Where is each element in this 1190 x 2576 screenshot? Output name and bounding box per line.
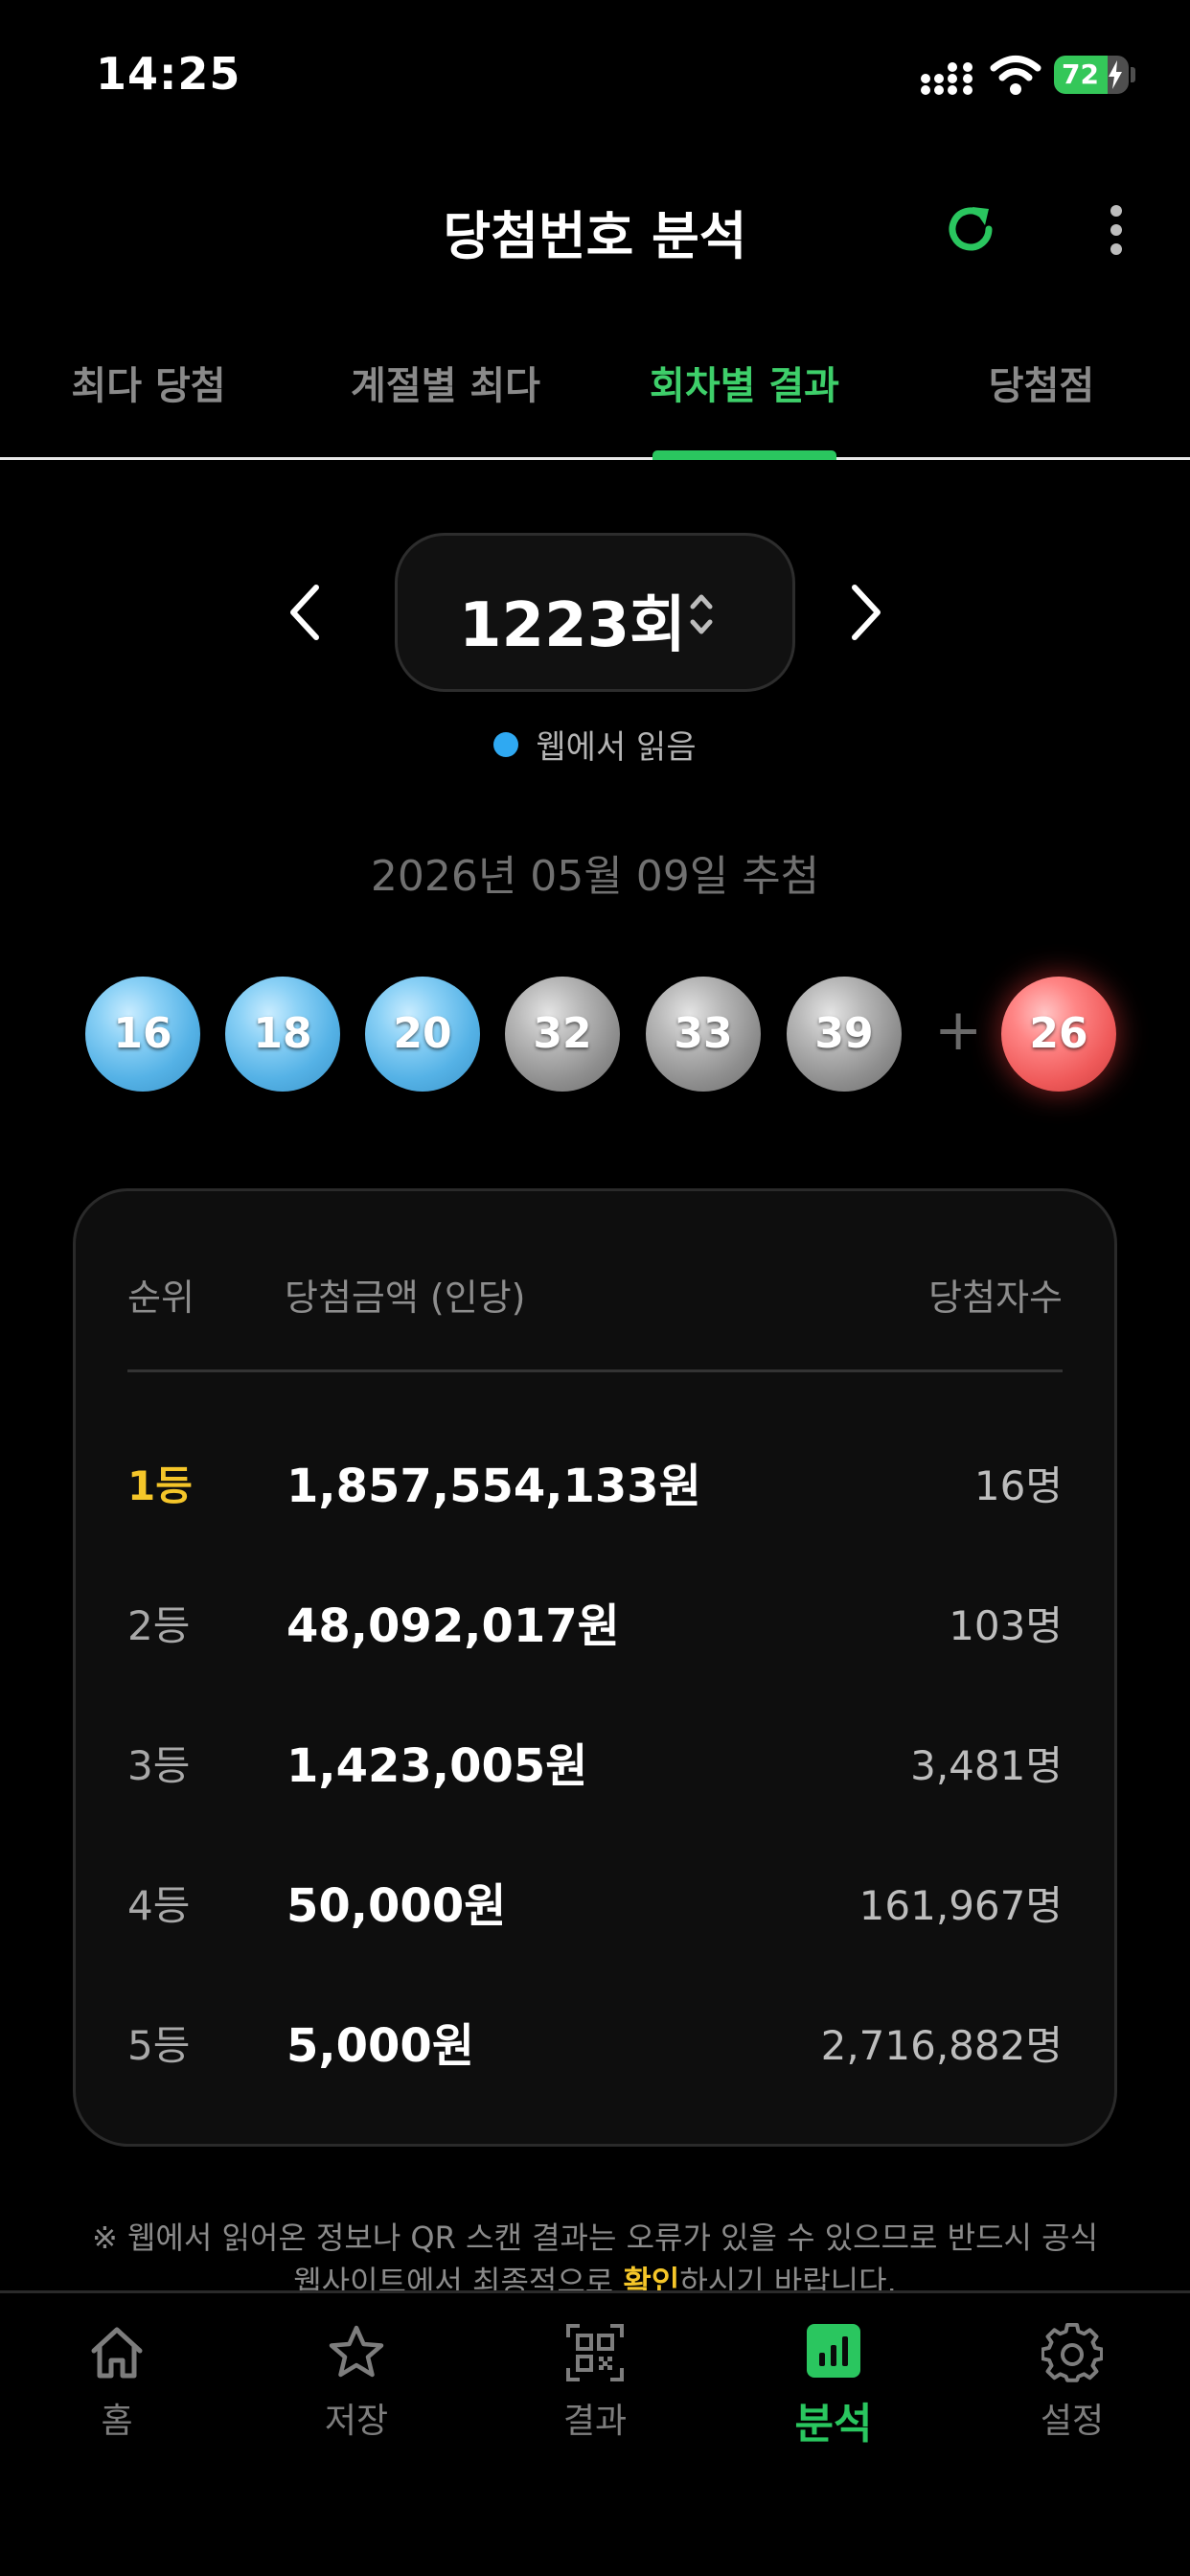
winners-cell: 161,967명 xyxy=(858,1882,1063,1929)
table-row: 3등 1,423,005원 3,481명 xyxy=(76,1716,1114,1803)
battery-tip xyxy=(1131,67,1135,82)
app-header: 당첨번호 분석 xyxy=(0,182,1190,278)
nav-results[interactable]: 결과 xyxy=(499,2322,691,2443)
up-down-chevron-icon xyxy=(690,594,713,634)
wifi-icon xyxy=(990,56,1041,95)
rank-cell: 1등 xyxy=(127,1462,193,1509)
charging-bolt-icon xyxy=(1109,60,1122,89)
gear-icon xyxy=(1041,2322,1103,2382)
nav-label: 결과 xyxy=(562,2402,628,2441)
nav-saved[interactable]: 저장 xyxy=(261,2322,452,2443)
header-winners: 당첨자수 xyxy=(928,1276,1063,1319)
table-row: 5등 5,000원 2,716,882명 xyxy=(76,1996,1114,2082)
previous-round-chevron-icon[interactable] xyxy=(287,583,322,642)
winners-cell: 103명 xyxy=(949,1602,1063,1649)
winners-cell: 16명 xyxy=(973,1462,1063,1509)
more-vertical-icon[interactable] xyxy=(1102,201,1131,259)
number-ball: 18 xyxy=(225,977,340,1092)
amount-cell: 5,000원 xyxy=(286,2019,474,2073)
next-round-chevron-icon[interactable] xyxy=(849,583,883,642)
star-icon xyxy=(329,2325,384,2378)
tab-winning-stores[interactable]: 당첨점 xyxy=(922,355,1161,410)
table-row: 1등 1,857,554,133원 16명 xyxy=(76,1437,1114,1523)
bar-chart-icon xyxy=(807,2324,860,2378)
source-text: 웹에서 읽음 xyxy=(536,728,697,767)
qr-code-icon xyxy=(566,2324,624,2381)
battery-indicator: 72 xyxy=(1054,56,1129,94)
number-ball: 20 xyxy=(365,977,480,1092)
signal-icon xyxy=(921,62,973,95)
nav-label: 분석 xyxy=(794,2400,873,2449)
nav-settings[interactable]: 설정 xyxy=(976,2322,1168,2443)
status-time: 14:25 xyxy=(96,48,241,100)
header-rank: 순위 xyxy=(127,1276,195,1319)
amount-cell: 1,857,554,133원 xyxy=(286,1460,701,1513)
disclaimer-line-1: ※ 웹에서 읽어온 정보나 QR 스캔 결과는 오류가 있을 수 있으므로 반드… xyxy=(91,2220,1099,2256)
bonus-ball: 26 xyxy=(1001,977,1116,1092)
header-amount: 당첨금액 (인당) xyxy=(285,1276,526,1319)
rank-cell: 5등 xyxy=(127,2022,191,2069)
source-dot xyxy=(493,731,519,757)
table-row: 2등 48,092,017원 103명 xyxy=(76,1576,1114,1663)
battery-text: 72 xyxy=(1062,58,1099,90)
nav-label: 저장 xyxy=(324,2402,389,2441)
round-label: 1223회 xyxy=(459,590,687,661)
data-source-row: 웹에서 읽음 xyxy=(0,721,1190,768)
number-ball: 33 xyxy=(646,977,761,1092)
tab-seasonal-most[interactable]: 계절별 최다 xyxy=(326,355,565,410)
tab-bar: 최다 당첨 계절별 최다 회차별 결과 당첨점 xyxy=(0,345,1190,460)
refresh-icon[interactable] xyxy=(941,199,1000,259)
nav-home[interactable]: 홈 xyxy=(21,2322,213,2443)
rank-cell: 3등 xyxy=(127,1742,191,1789)
amount-cell: 1,423,005원 xyxy=(286,1739,588,1793)
prize-table: 순위 당첨금액 (인당) 당첨자수 1등 1,857,554,133원 16명 … xyxy=(73,1188,1117,2147)
active-tab-indicator xyxy=(652,450,836,460)
number-ball: 16 xyxy=(85,977,200,1092)
tab-most-wins[interactable]: 최다 당첨 xyxy=(29,355,268,410)
winners-cell: 3,481명 xyxy=(910,1742,1063,1789)
page-title: 당첨번호 분석 xyxy=(443,206,747,266)
plus-sign: + xyxy=(934,997,983,1064)
status-bar: 14:25 72 xyxy=(0,0,1190,144)
draw-date: 2026년 05월 09일 추첨 xyxy=(370,852,820,901)
amount-cell: 48,092,017원 xyxy=(286,1599,620,1653)
rank-cell: 4등 xyxy=(127,1882,191,1929)
round-selector[interactable]: 1223회 xyxy=(395,533,795,692)
amount-cell: 50,000원 xyxy=(286,1879,507,1933)
winners-cell: 2,716,882명 xyxy=(820,2022,1063,2069)
nav-label: 설정 xyxy=(1040,2402,1105,2441)
table-row: 4등 50,000원 161,967명 xyxy=(76,1856,1114,1943)
home-icon xyxy=(91,2327,143,2379)
rank-cell: 2등 xyxy=(127,1602,191,1649)
number-ball: 32 xyxy=(505,977,620,1092)
tab-round-results[interactable]: 회차별 결과 xyxy=(625,355,864,410)
nav-label: 홈 xyxy=(101,2402,133,2441)
table-divider xyxy=(127,1369,1063,1372)
bottom-nav: 홈 저장 결과 분석 설정 xyxy=(0,2290,1190,2576)
number-ball: 39 xyxy=(787,977,902,1092)
nav-analysis[interactable]: 분석 xyxy=(738,2322,929,2450)
